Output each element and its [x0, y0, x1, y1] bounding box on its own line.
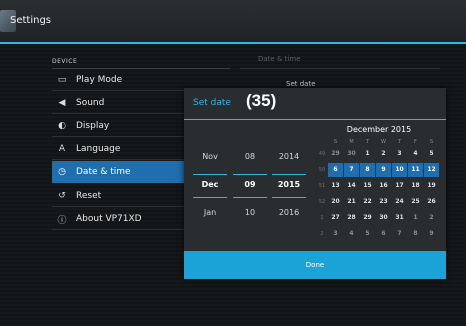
calendar-day[interactable]: 19: [424, 179, 439, 193]
panel-subtitle: Set date: [286, 80, 316, 88]
calendar-day[interactable]: 16: [376, 179, 391, 193]
dialog-title-divider: [184, 119, 446, 120]
display-icon: ◐: [58, 121, 66, 131]
sidebar-item-label: Reset: [76, 191, 102, 201]
calendar-day[interactable]: 9: [424, 227, 439, 241]
week-number: 51: [318, 183, 326, 189]
calendar-day[interactable]: 22: [360, 195, 375, 209]
speaker-icon: ◀: [58, 98, 66, 108]
calendar-month-header: December 2015: [346, 125, 412, 134]
calendar-day[interactable]: 12: [424, 163, 439, 177]
calendar-day[interactable]: 31: [392, 211, 407, 225]
set-date-dialog: Set date (35) Nov Dec Jan 08 09 10 2014 2015 201…: [184, 88, 446, 279]
calendar-day[interactable]: 29: [360, 211, 375, 225]
clock-icon: ◷: [58, 167, 66, 177]
language-icon: A: [58, 144, 66, 154]
sidebar-item-label: Play Mode: [76, 75, 123, 85]
week-number: 49: [318, 151, 326, 157]
day-picker-value[interactable]: 09: [231, 180, 269, 189]
weekday-header: T: [397, 139, 402, 145]
sidebar-item-label: About VP71XD: [76, 214, 142, 224]
dialog-badge: (35): [246, 91, 277, 110]
day-picker-value[interactable]: 10: [231, 208, 269, 217]
calendar-day[interactable]: 23: [376, 195, 391, 209]
week-number: 50: [318, 167, 326, 173]
section-header-device: DEVICE: [52, 58, 78, 65]
day-picker-selection-line: [233, 197, 267, 198]
calendar-day[interactable]: 30: [344, 147, 359, 161]
year-picker-value[interactable]: 2016: [270, 208, 308, 217]
calendar-day[interactable]: 3: [328, 227, 343, 241]
calendar-day[interactable]: 25: [408, 195, 423, 209]
month-picker-value[interactable]: Jan: [191, 208, 229, 217]
calendar-day[interactable]: 29: [328, 147, 343, 161]
calendar-day[interactable]: 28: [344, 211, 359, 225]
weekday-header: M: [349, 139, 354, 145]
week-number: 52: [318, 199, 326, 205]
panel-divider: [240, 68, 440, 69]
weekday-header: T: [365, 139, 370, 145]
calendar-day[interactable]: 7: [344, 163, 359, 177]
calendar-day[interactable]: 13: [328, 179, 343, 193]
calendar-day[interactable]: 5: [424, 147, 439, 161]
sidebar-item-label: Language: [76, 144, 121, 154]
year-picker-value[interactable]: 2015: [270, 180, 308, 189]
month-picker-selection-line: [193, 197, 227, 198]
calendar-day[interactable]: 6: [328, 163, 343, 177]
calendar-day[interactable]: 1: [360, 147, 375, 161]
calendar-day[interactable]: 4: [344, 227, 359, 241]
done-button[interactable]: Done: [184, 251, 446, 279]
calendar-day[interactable]: 2: [424, 211, 439, 225]
calendar-day[interactable]: 21: [344, 195, 359, 209]
dialog-title: Set date: [193, 98, 231, 108]
week-number: 2: [320, 231, 324, 237]
calendar-day[interactable]: 18: [408, 179, 423, 193]
calendar-day[interactable]: 9: [376, 163, 391, 177]
calendar-day[interactable]: 24: [392, 195, 407, 209]
window-title: Settings: [10, 15, 52, 26]
week-number: 1: [320, 215, 324, 221]
title-bar: Settings: [0, 0, 466, 42]
calendar-day[interactable]: 3: [392, 147, 407, 161]
calendar-day[interactable]: 4: [408, 147, 423, 161]
year-picker-selection-line: [272, 174, 306, 175]
calendar-day[interactable]: 1: [408, 211, 423, 225]
calendar-day[interactable]: 8: [408, 227, 423, 241]
sidebar-item-label: Sound: [76, 98, 105, 108]
calendar-day[interactable]: 30: [376, 211, 391, 225]
calendar-day[interactable]: 15: [360, 179, 375, 193]
month-picker-selection-line: [193, 174, 227, 175]
panel-title: Date & time: [258, 55, 301, 63]
calendar-day[interactable]: 11: [408, 163, 423, 177]
info-icon: ⓘ: [57, 215, 67, 226]
calendar-day[interactable]: 14: [344, 179, 359, 193]
year-picker-selection-line: [272, 197, 306, 198]
month-picker-value[interactable]: Dec: [191, 180, 229, 189]
weekday-header: S: [429, 139, 434, 145]
calendar-day[interactable]: 26: [424, 195, 439, 209]
reset-icon: ↺: [58, 191, 66, 201]
calendar-day[interactable]: 8: [360, 163, 375, 177]
sidebar-item-label: Date & time: [76, 167, 131, 177]
calendar-day[interactable]: 10: [392, 163, 407, 177]
weekday-header: W: [381, 139, 386, 145]
calendar-day[interactable]: 27: [328, 211, 343, 225]
play-mode-icon: ▭: [57, 75, 67, 85]
calendar-day[interactable]: 6: [376, 227, 391, 241]
calendar-day[interactable]: 7: [392, 227, 407, 241]
year-picker-value[interactable]: 2014: [270, 152, 308, 161]
calendar-day[interactable]: 17: [392, 179, 407, 193]
calendar-day[interactable]: 2: [376, 147, 391, 161]
day-picker-value[interactable]: 08: [231, 152, 269, 161]
weekday-header: F: [414, 139, 417, 145]
month-picker-value[interactable]: Nov: [191, 152, 229, 161]
weekday-header: S: [333, 139, 338, 145]
calendar-day[interactable]: 20: [328, 195, 343, 209]
calendar-day[interactable]: 5: [360, 227, 375, 241]
sidebar-item-label: Display: [76, 121, 110, 131]
day-picker-selection-line: [233, 174, 267, 175]
title-divider: [0, 42, 466, 44]
